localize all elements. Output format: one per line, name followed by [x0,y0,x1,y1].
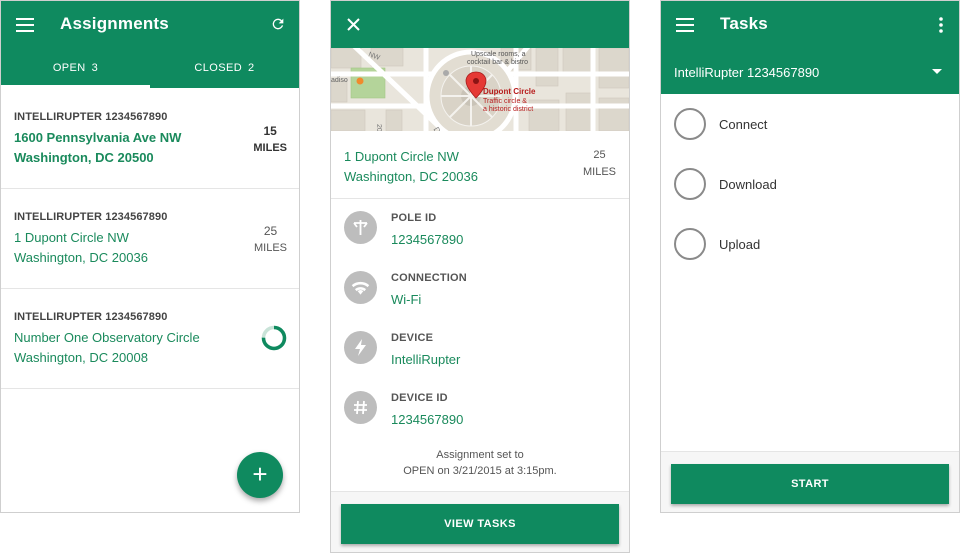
field-value: IntelliRupter [391,352,461,367]
menu-icon[interactable] [676,18,694,32]
page-title: Assignments [60,14,169,33]
detail-pole-id: POLE ID 1234567890 [331,199,629,259]
field-label: DEVICE ID [391,392,448,404]
map-label: 20th [375,124,382,131]
assignment-list-item[interactable]: INTELLIRUPTER 1234567890 1600 Pennsylvan… [1,89,299,189]
task-radio[interactable] [674,228,706,260]
assignments-screen: Assignments OPEN 3 CLOSED 2 INTELLIRUPTER … [0,0,300,513]
field-value: 1234567890 [391,412,464,427]
page-title: Tasks [720,14,768,33]
status-note-line: Assignment set to [436,449,524,461]
field-label: DEVICE [391,332,434,344]
more-vert-icon[interactable] [939,17,943,33]
task-radio[interactable] [674,168,706,200]
map-label: cocktail bar & bistro [467,59,528,66]
map-label: Dupont Circle [483,87,536,96]
address-line-1: 1 Dupont Circle NW [344,149,459,164]
device-name: INTELLIRUPTER 1234567890 [14,111,168,123]
device-name: INTELLIRUPTER 1234567890 [14,211,168,223]
map-view[interactable]: Upscale rooms, a cocktail bar & bistro D… [331,48,629,131]
device-select-value: IntelliRupter 1234567890 [674,65,820,80]
app-bar: Tasks [661,1,959,48]
map-image: Upscale rooms, a cocktail bar & bistro D… [331,48,629,131]
task-label: Connect [719,117,768,132]
task-label: Upload [719,237,761,252]
task-item-connect[interactable]: Connect [661,94,959,154]
assignment-list-item[interactable]: INTELLIRUPTER 1234567890 Number One Obse… [1,289,299,389]
detail-device: DEVICE IntelliRupter [331,319,629,379]
distance-unit: MILES [253,142,287,154]
status-note: Assignment set to OPEN on 3/21/2015 at 3… [331,447,629,479]
view-tasks-button[interactable]: VIEW TASKS [341,504,619,544]
add-icon: + [252,459,268,489]
assignment-detail-screen: Upscale rooms, a cocktail bar & bistro D… [330,0,630,553]
start-button[interactable]: START [671,464,949,504]
field-value: Wi-Fi [391,292,422,307]
task-item-upload[interactable]: Upload [661,214,959,274]
address-line-1: 1600 Pennsylvania Ave NW [14,130,182,145]
tab-closed[interactable]: CLOSED 2 [150,48,299,88]
refresh-icon[interactable] [270,16,286,32]
bottom-bar: START [661,451,959,512]
status-note-line: OPEN on 3/21/2015 at 3:15pm. [403,465,557,477]
field-value: 1234567890 [391,232,464,247]
bottom-bar: VIEW TASKS [331,491,629,552]
tab-count: 3 [91,62,99,74]
distance-value: 15 [263,124,277,138]
distance-value: 25 [593,149,606,161]
address-line-2: Washington, DC 20036 [14,250,148,265]
tab-label: CLOSED [194,62,243,74]
map-label: Upscale rooms, a [471,51,526,58]
wifi-icon [344,271,377,304]
progress-spinner-icon [261,325,287,351]
field-label: POLE ID [391,212,437,224]
task-item-download[interactable]: Download [661,154,959,214]
address-line-1: Number One Observatory Circle [14,330,200,345]
assignment-list-item[interactable]: INTELLIRUPTER 1234567890 1 Dupont Circle… [1,189,299,289]
tab-label: OPEN [52,62,86,74]
task-label: Download [719,177,777,192]
address-line-2: Washington, DC 20036 [344,169,478,184]
app-bar: Assignments [1,1,299,48]
address-line-1: 1 Dupont Circle NW [14,230,129,245]
address-row: 1 Dupont Circle NW Washington, DC 20036 … [331,131,629,199]
tab-bar: OPEN 3 CLOSED 2 [1,48,299,88]
distance-unit: MILES [253,242,287,254]
map-label: a historic district [483,106,533,113]
pole-icon [344,211,377,244]
distance: 25 MILES [583,147,616,181]
lightning-icon [344,331,377,364]
field-label: CONNECTION [391,272,467,284]
device-select[interactable]: IntelliRupter 1234567890 [661,48,959,94]
hash-icon [344,391,377,424]
close-icon[interactable] [347,18,360,31]
map-label: adiso [331,77,348,84]
chevron-down-icon [932,69,942,74]
address-line-2: Washington, DC 20500 [14,150,154,165]
distance: 15 MILES [253,123,287,157]
app-bar [331,1,629,48]
task-radio[interactable] [674,108,706,140]
address-line-2: Washington, DC 20008 [14,350,148,365]
distance-unit: MILES [582,166,616,178]
tab-count: 2 [248,62,255,74]
tab-open[interactable]: OPEN 3 [1,48,150,88]
add-assignment-button[interactable]: + [237,452,283,498]
menu-icon[interactable] [16,18,34,32]
detail-connection: CONNECTION Wi-Fi [331,259,629,319]
device-name: INTELLIRUPTER 1234567890 [14,311,168,323]
distance: 25 MILES [254,223,287,257]
map-label: Traffic circle & [483,98,527,105]
distance-value: 25 [263,224,278,238]
detail-device-id: DEVICE ID 1234567890 [331,379,629,439]
tasks-screen: Tasks IntelliRupter 1234567890 Connect D… [660,0,960,513]
